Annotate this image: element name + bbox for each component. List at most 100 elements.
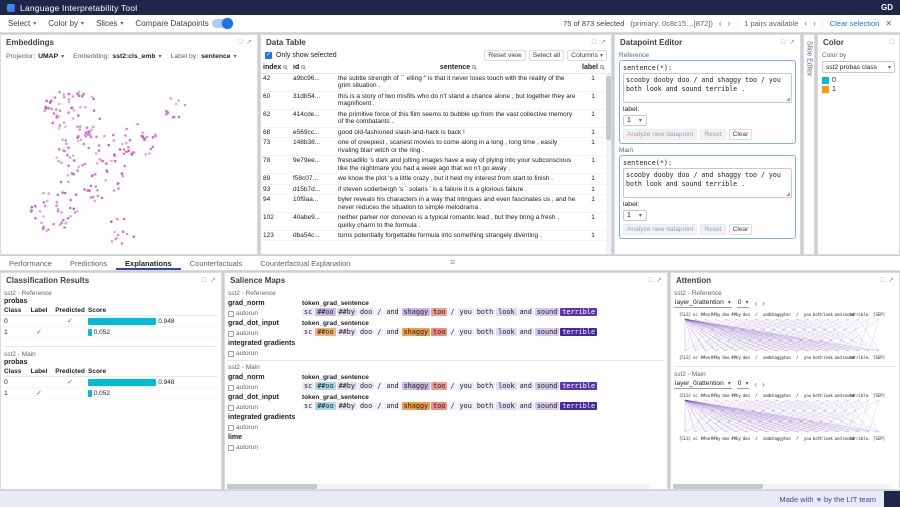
clear-selection-button[interactable]: Clear selection (830, 19, 880, 28)
salience-token[interactable]: both (475, 402, 495, 410)
popout-icon[interactable]: ↗ (888, 277, 894, 284)
scrollbar-thumb[interactable] (673, 484, 763, 489)
table-row[interactable]: 68e569cc...good old-fashioned slash-and-… (261, 128, 611, 138)
salience-token[interactable]: / (448, 308, 456, 316)
salience-token[interactable]: and (384, 382, 400, 390)
tab-explanations[interactable]: Explanations (116, 256, 181, 270)
salience-token[interactable]: shaggy (402, 328, 431, 336)
slices-dropdown[interactable]: Slices▾ (96, 19, 123, 28)
autorun-checkbox[interactable] (228, 385, 234, 391)
popout-icon[interactable]: ↗ (246, 39, 252, 46)
table-row[interactable]: 6031db54...this is a story of two misfit… (261, 92, 611, 110)
table-row[interactable]: 789e79ee...fresnadillo 's dark and jolti… (261, 156, 611, 174)
salience-token[interactable]: terrible (560, 328, 597, 336)
autorun-checkbox[interactable] (228, 331, 234, 337)
next-pair-icon[interactable]: › (813, 19, 816, 28)
autorun-toggle[interactable]: autorun (228, 404, 299, 411)
salience-token[interactable]: both (475, 308, 495, 316)
analyze-new-datapoint-button[interactable]: Analyze new datapoint (623, 224, 697, 235)
table-row[interactable]: 9410f9aa...byler reveals his characters … (261, 195, 611, 213)
table-row[interactable]: 123dba54c...turns potentially forgettabl… (261, 231, 611, 241)
salience-token[interactable]: too (431, 328, 447, 336)
salience-token[interactable]: doo (358, 402, 374, 410)
reset-view-button[interactable]: Reset view (484, 50, 525, 61)
salience-token[interactable]: sound (535, 382, 559, 390)
next-head-icon[interactable]: › (762, 299, 765, 308)
autorun-checkbox[interactable] (228, 425, 234, 431)
salience-token[interactable]: look (496, 328, 516, 336)
pane-drag-handle[interactable]: ≡ (450, 257, 455, 267)
maximize-icon[interactable]: □ (890, 39, 894, 46)
salience-token[interactable]: too (431, 308, 447, 316)
salience-token[interactable]: ##by (337, 328, 357, 336)
popout-icon[interactable]: ↗ (210, 277, 216, 284)
salience-token[interactable]: both (475, 328, 495, 336)
next-datapoint-icon[interactable]: › (728, 19, 731, 28)
tab-predictions[interactable]: Predictions (61, 256, 116, 270)
salience-token[interactable]: / (375, 308, 383, 316)
column-header-index[interactable]: index (261, 64, 291, 71)
salience-token[interactable]: you (458, 308, 474, 316)
scrollbar-thumb[interactable] (606, 76, 611, 140)
toggle-switch-icon[interactable] (212, 19, 232, 28)
attention-layer-select[interactable]: layer_0/attention▾ (674, 298, 732, 308)
colorby-select[interactable]: sst2 probas class▾ (822, 61, 895, 73)
sentence-textarea[interactable]: scooby dooby doo / and shaggy too / you … (623, 168, 792, 198)
salience-token[interactable]: ##by (337, 382, 357, 390)
salience-token[interactable]: ##oo (315, 308, 335, 316)
only-show-selected-checkbox[interactable]: ✓ (265, 52, 272, 59)
salience-token[interactable]: / (448, 382, 456, 390)
salience-token[interactable]: sound (535, 402, 559, 410)
salience-token[interactable]: you (458, 402, 474, 410)
tab-performance[interactable]: Performance (0, 256, 61, 270)
salience-token[interactable]: look (496, 402, 516, 410)
reset-button[interactable]: Reset (700, 129, 725, 140)
salience-hscrollbar[interactable] (227, 484, 651, 489)
salience-token[interactable]: / (375, 328, 383, 336)
column-header-id[interactable]: id (291, 64, 335, 71)
salience-token[interactable]: ##by (337, 402, 357, 410)
maximize-icon[interactable]: □ (781, 39, 785, 46)
scatter-canvas[interactable] (1, 63, 257, 253)
salience-token[interactable]: and (384, 308, 400, 316)
salience-token[interactable]: doo (358, 382, 374, 390)
salience-token[interactable]: you (458, 328, 474, 336)
column-header-label[interactable]: label (581, 64, 605, 71)
salience-token[interactable]: you (458, 382, 474, 390)
autorun-toggle[interactable]: autorun (228, 444, 299, 451)
popout-icon[interactable]: ↗ (656, 277, 662, 284)
salience-token[interactable]: / (375, 382, 383, 390)
table-row[interactable]: 62414cde...the primitive force of this f… (261, 110, 611, 128)
search-icon[interactable] (301, 65, 305, 69)
popout-icon[interactable]: ↗ (600, 39, 606, 46)
reset-button[interactable]: Reset (700, 224, 725, 235)
autorun-checkbox[interactable] (228, 405, 234, 411)
salience-token[interactable]: sound (535, 328, 559, 336)
salience-token[interactable]: doo (358, 328, 374, 336)
slice-editor-label[interactable]: Slice Editor (806, 41, 813, 76)
salience-token[interactable]: ##oo (315, 328, 335, 336)
salience-token[interactable]: terrible (560, 382, 597, 390)
popout-icon[interactable]: ↗ (789, 39, 795, 46)
salience-token[interactable]: shaggy (402, 382, 431, 390)
maximize-icon[interactable]: □ (202, 277, 206, 284)
maximize-icon[interactable]: □ (592, 39, 596, 46)
select-all-button[interactable]: Select all (529, 50, 565, 61)
table-row[interactable]: 42a9bc96...the subtle strength of `` ell… (261, 74, 611, 92)
columns-dropdown[interactable]: Columns▾ (567, 50, 607, 61)
salience-token[interactable]: and (518, 382, 534, 390)
tab-counterfactuals[interactable]: Counterfactuals (181, 256, 252, 270)
search-icon[interactable] (283, 65, 287, 69)
salience-token[interactable]: and (384, 402, 400, 410)
colorby-dropdown[interactable]: Color by▾ (48, 19, 84, 28)
prev-datapoint-icon[interactable]: ‹ (719, 19, 722, 28)
attention-hscrollbar[interactable] (673, 484, 892, 489)
salience-token[interactable]: shaggy (402, 308, 431, 316)
label-select[interactable]: 1▾ (623, 115, 647, 126)
table-row[interactable]: 89f58c07...we know the plot 's a little … (261, 174, 611, 184)
salience-token[interactable]: and (384, 328, 400, 336)
tab-counterfactual-explanation[interactable]: Counterfactual Explanation (251, 256, 359, 270)
prev-pair-icon[interactable]: ‹ (804, 19, 807, 28)
search-icon[interactable] (600, 65, 604, 69)
salience-token[interactable]: and (518, 308, 534, 316)
